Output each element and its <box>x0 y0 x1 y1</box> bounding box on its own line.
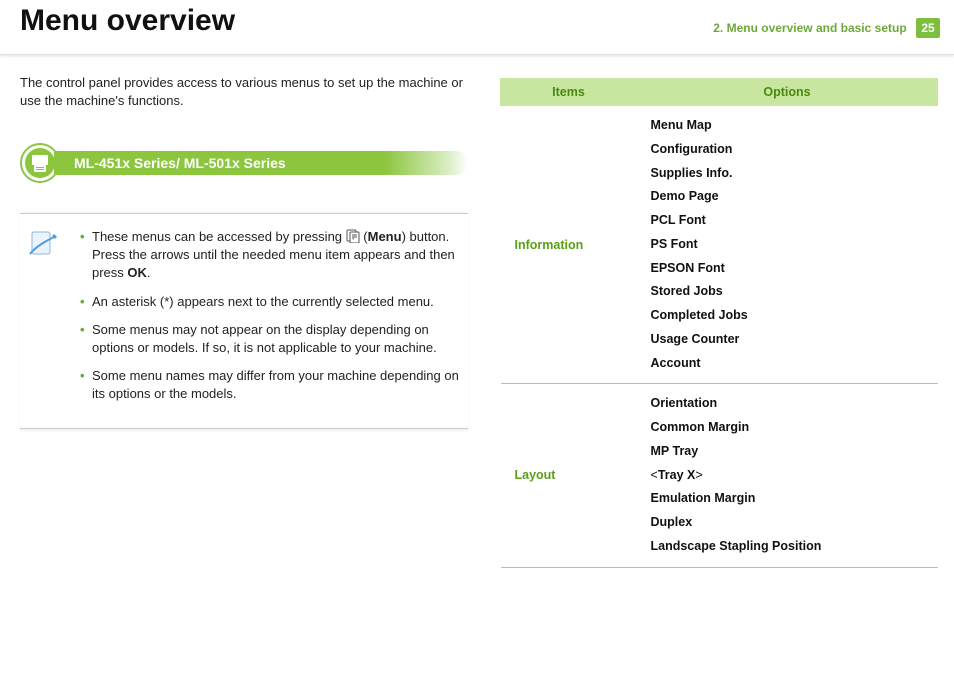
intro-paragraph: The control panel provides access to var… <box>20 74 468 109</box>
series-heading: ML-451x Series/ ML-501x Series <box>20 143 468 183</box>
note-item-4: Some menu names may differ from your mac… <box>80 367 462 403</box>
note-item-1: These menus can be accessed by pressing … <box>80 228 462 283</box>
breadcrumb: 2. Menu overview and basic setup 25 <box>713 18 940 38</box>
note-item-3: Some menus may not appear on the display… <box>80 321 462 357</box>
breadcrumb-text: 2. Menu overview and basic setup <box>713 21 906 35</box>
page-title: Menu overview <box>20 4 235 38</box>
item-layout: Layout <box>501 384 637 567</box>
menu-button-icon: * <box>346 229 360 243</box>
options-layout: Orientation Common Margin MP Tray <Tray … <box>637 384 938 567</box>
options-information: Menu Map Configuration Supplies Info. De… <box>637 106 938 384</box>
series-label: ML-451x Series/ ML-501x Series <box>54 151 468 175</box>
table-header-options: Options <box>637 79 938 106</box>
note-icon <box>26 228 58 260</box>
page-number-badge: 25 <box>916 18 940 38</box>
note-box: These menus can be accessed by pressing … <box>20 213 468 429</box>
item-information: Information <box>501 106 637 384</box>
table-row: Information Menu Map Configuration Suppl… <box>501 106 938 384</box>
table-header-items: Items <box>501 79 637 106</box>
header-bar: Menu overview 2. Menu overview and basic… <box>0 0 954 55</box>
note-item-2: An asterisk (*) appears next to the curr… <box>80 293 462 311</box>
table-row: Layout Orientation Common Margin MP Tray… <box>501 384 938 567</box>
menu-table: Items Options Information Menu Map Confi… <box>500 78 938 568</box>
